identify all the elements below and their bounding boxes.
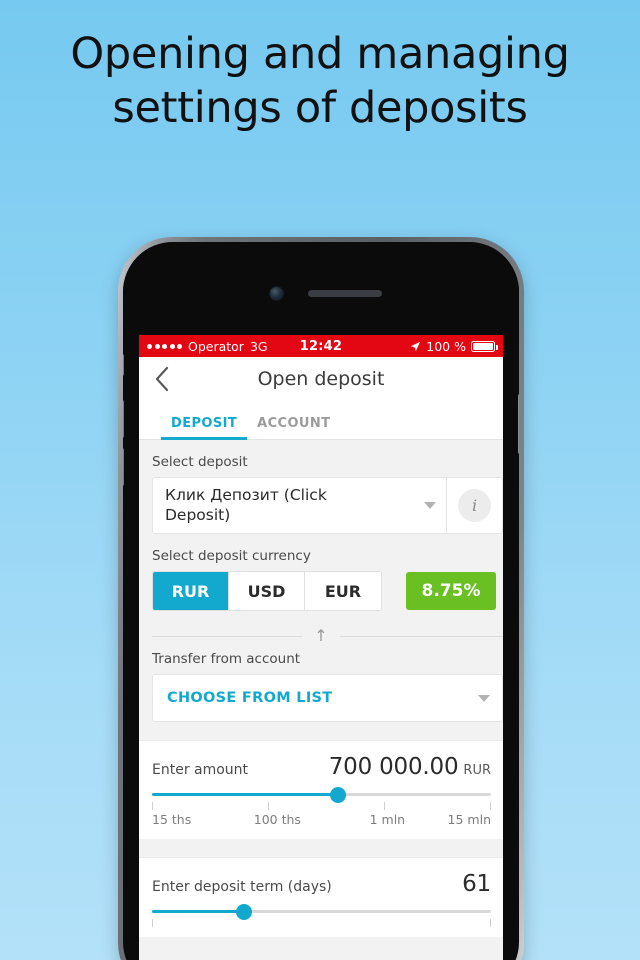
amount-slider[interactable] [152,786,503,803]
tab-bar: DEPOSIT ACCOUNT [139,401,503,440]
term-header: Enter deposit term (days) 61 [152,871,503,897]
amount-value[interactable]: 700 000.00 [329,754,459,780]
phone-mockup: Operator 3G 12:42 100 % Open deposit DEP… [118,237,524,960]
amount-slider-block: Enter amount 700 000.00 RUR 15 ths 100 t… [139,740,503,839]
amount-tick-label-1: 100 ths [253,812,301,827]
currency-row: RUR USD EUR 8.75% [152,571,503,611]
transfer-from-dropdown[interactable]: CHOOSE FROM LIST [152,674,503,722]
amount-slider-fill [152,793,339,796]
power-button[interactable] [518,394,519,454]
amount-label: Enter amount [152,762,249,778]
interest-rate-badge: 8.75% [406,572,496,610]
currency-option-usd[interactable]: USD [229,572,305,610]
select-currency-label: Select deposit currency [152,548,311,564]
phone-screen: Operator 3G 12:42 100 % Open deposit DEP… [139,335,503,960]
collapse-arrow-glyph: ↑ [302,625,340,647]
amount-tick-label-0: 15 ths [152,812,192,827]
silent-switch-button[interactable] [123,354,124,376]
term-slider-block: Enter deposit term (days) 61 [139,857,503,937]
status-bar-right: 100 % [410,338,498,354]
term-slider-track[interactable] [152,903,491,920]
tab-account[interactable]: ACCOUNT [247,416,340,439]
transfer-from-label: Transfer from account [152,651,301,667]
transfer-from-value: CHOOSE FROM LIST [167,690,333,706]
term-slider-thumb[interactable] [235,903,252,920]
earpiece-speaker [308,290,382,297]
battery-full-icon [471,340,498,352]
nav-bar: Open deposit [139,357,503,401]
screen-title: Open deposit [257,368,385,390]
info-icon: i [458,489,491,522]
amount-slider-track[interactable] [152,786,491,803]
amount-slider-thumb[interactable] [330,786,347,803]
deposit-dropdown-value: Клик Депозит (Click Deposit) [165,486,327,524]
select-deposit-row: Клик Депозит (Click Deposit) i [152,477,503,534]
collapse-section-divider[interactable]: ↑ [139,623,503,649]
phone-body: Operator 3G 12:42 100 % Open deposit DEP… [123,242,519,960]
amount-tick-labels: 15 ths 100 ths 1 mln 15 mln [152,812,503,830]
battery-percent-label: 100 % [426,338,466,354]
amount-currency-unit: RUR [463,763,491,778]
status-bar: Operator 3G 12:42 100 % [139,335,503,357]
page-title-line-1: Opening and managing [70,29,570,79]
amount-slider-ticks [152,802,503,811]
phone-top-bezel [123,242,519,335]
amount-tick-label-2: 1 mln [369,812,406,827]
currency-segmented-control: RUR USD EUR [152,571,382,611]
chevron-down-icon [478,694,490,702]
term-slider[interactable] [152,903,503,920]
term-value[interactable]: 61 [462,871,491,897]
page-title-line-2: settings of deposits [112,82,528,133]
front-camera-icon [270,287,283,300]
term-slider-ticks [152,919,503,928]
volume-down-button[interactable] [123,448,124,486]
page-title: Opening and managing settings of deposit… [0,28,640,136]
amount-header: Enter amount 700 000.00 RUR [152,754,503,780]
chevron-down-icon [424,502,436,509]
deposit-info-button[interactable]: i [447,477,503,534]
amount-tick-label-3: 15 mln [447,812,491,827]
select-deposit-label: Select deposit [152,454,248,470]
deposit-form: Select deposit Клик Депозит (Click Depos… [139,440,503,937]
term-label: Enter deposit term (days) [152,879,332,895]
currency-option-rur[interactable]: RUR [153,572,229,610]
chevron-up-icon[interactable]: ↑ [139,625,503,647]
tab-deposit[interactable]: DEPOSIT [161,416,248,440]
location-arrow-icon [411,341,421,351]
currency-option-eur[interactable]: EUR [305,572,381,610]
term-slider-fill [152,910,244,913]
deposit-dropdown[interactable]: Клик Депозит (Click Deposit) [152,477,447,534]
volume-up-button[interactable] [123,400,124,438]
